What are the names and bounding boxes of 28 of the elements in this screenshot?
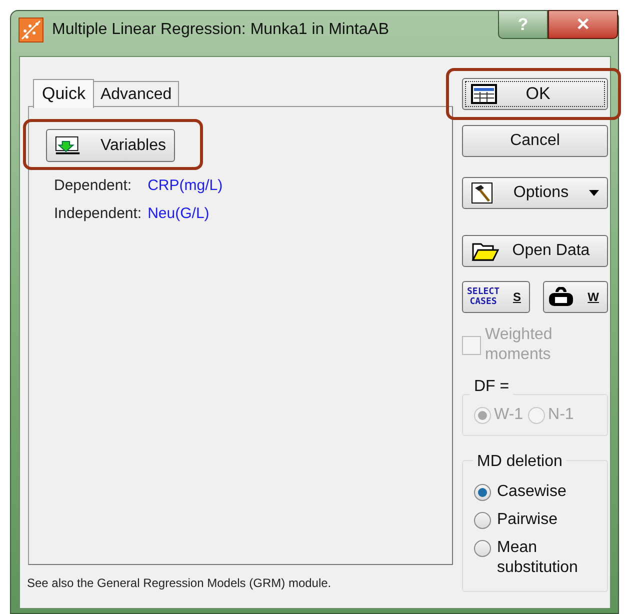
weight-icon bbox=[548, 287, 574, 307]
footer-note: See also the General Regression Models (GRM) module. bbox=[27, 575, 332, 592]
radio-label: Pairwise bbox=[497, 510, 558, 530]
variable-name: CRP(mg/L) bbox=[148, 176, 223, 195]
window-title: Multiple Linear Regression: Munka1 in MintaAB bbox=[52, 20, 390, 40]
hammer-icon bbox=[471, 182, 493, 204]
open-data-button[interactable]: Open Data bbox=[462, 235, 608, 267]
variables-button[interactable]: Variables bbox=[46, 129, 175, 162]
tab[interactable]: Quick bbox=[33, 79, 94, 108]
ok-button[interactable]: OK bbox=[462, 78, 608, 110]
options-button[interactable]: Options bbox=[462, 177, 608, 209]
field-label: Dependent: bbox=[54, 176, 133, 195]
radio-label: Mean substitution bbox=[497, 538, 579, 578]
select-cases-icon: SELECT CASES bbox=[467, 287, 500, 307]
scatter-plot-icon bbox=[18, 17, 44, 43]
dropdown-arrow-icon bbox=[589, 190, 599, 196]
radio-label: W-1 bbox=[494, 405, 524, 425]
download-arrow-icon bbox=[55, 134, 80, 156]
tab[interactable]: Advanced bbox=[94, 81, 179, 107]
variable-name: Neu(G/L) bbox=[148, 204, 210, 223]
field-label: Independent: bbox=[54, 204, 142, 223]
radio-label: N-1 bbox=[548, 405, 574, 425]
checkbox-label: Weighted moments bbox=[485, 325, 554, 365]
select-cases-button[interactable]: SELECT CASES S bbox=[462, 281, 530, 313]
table-icon bbox=[471, 84, 497, 104]
weight-button[interactable]: W bbox=[543, 281, 608, 313]
cancel-button[interactable]: Cancel bbox=[462, 125, 608, 157]
radio-label: Casewise bbox=[497, 482, 568, 502]
